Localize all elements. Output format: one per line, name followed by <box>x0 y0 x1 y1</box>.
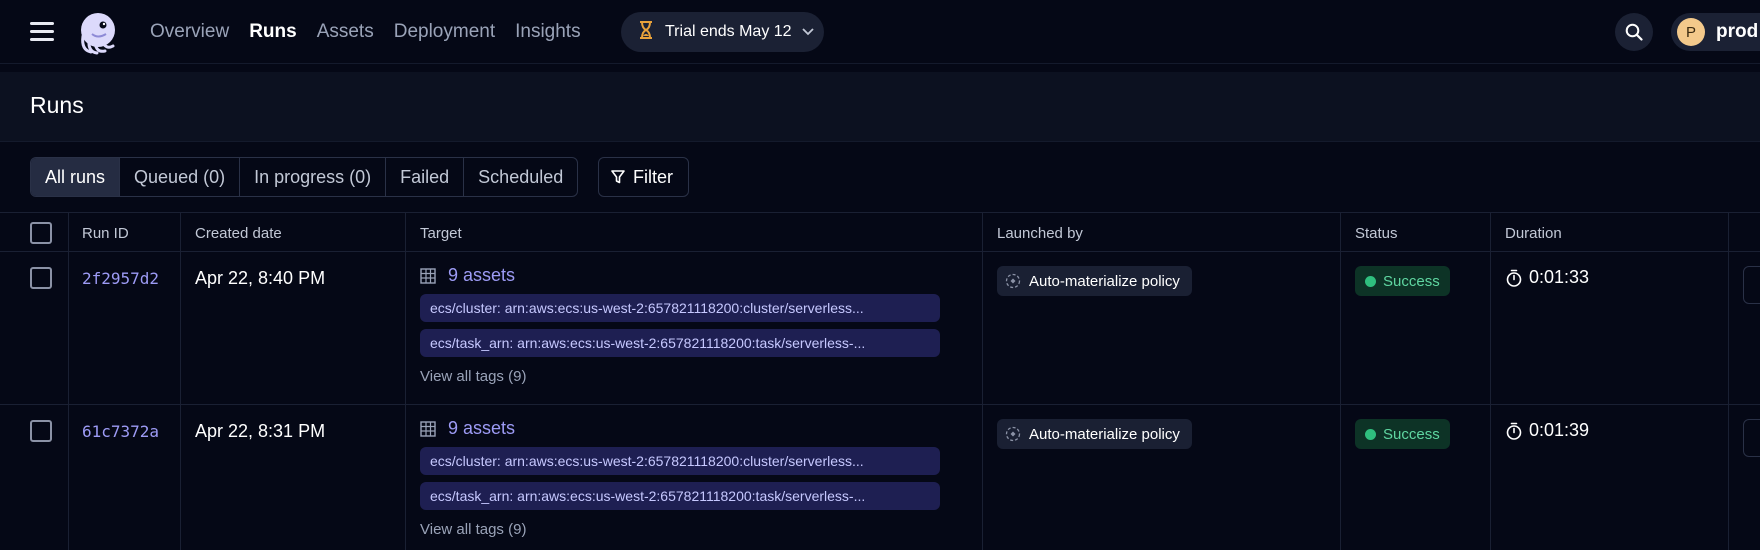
header-status: Status <box>1355 224 1398 242</box>
search-button[interactable] <box>1615 13 1653 51</box>
trial-label: Trial ends May 12 <box>665 23 792 40</box>
avatar: P <box>1677 18 1705 46</box>
tab-failed[interactable]: Failed <box>386 158 465 196</box>
view-all-tags-link[interactable]: View all tags (9) <box>420 368 526 385</box>
run-id-link[interactable]: 61c7372a <box>82 422 159 441</box>
select-all-checkbox[interactable] <box>30 222 52 244</box>
status-badge: Success <box>1355 266 1450 296</box>
header-run-id: Run ID <box>82 224 129 242</box>
trial-badge-button[interactable]: Trial ends May 12 <box>621 12 824 52</box>
view-all-tags-link[interactable]: View all tags (9) <box>420 521 526 538</box>
run-tag[interactable]: ecs/task_arn: arn:aws:ecs:us-west-2:6578… <box>420 482 940 510</box>
stopwatch-icon <box>1505 269 1523 287</box>
tab-queued[interactable]: Queued (0) <box>120 158 241 196</box>
header-duration: Duration <box>1505 224 1562 242</box>
stopwatch-icon <box>1505 422 1523 440</box>
created-date: Apr 22, 8:31 PM <box>195 421 326 441</box>
deployment-name: prod <box>1716 21 1759 42</box>
launched-by-tag[interactable]: Auto-materialize policy <box>997 266 1192 296</box>
row-checkbox[interactable] <box>30 267 52 289</box>
tab-scheduled[interactable]: Scheduled <box>464 158 577 196</box>
header-target: Target <box>420 224 462 242</box>
page-title: Runs <box>30 92 84 118</box>
tab-all-runs[interactable]: All runs <box>31 158 121 196</box>
page-header: Runs <box>0 72 1760 142</box>
nav-runs[interactable]: Runs <box>249 21 297 43</box>
nav-deployment[interactable]: Deployment <box>394 21 495 43</box>
filter-button[interactable]: Filter <box>598 157 689 197</box>
header-created-date: Created date <box>195 224 282 242</box>
created-date: Apr 22, 8:40 PM <box>195 268 326 288</box>
run-tag[interactable]: ecs/cluster: arn:aws:ecs:us-west-2:65782… <box>420 294 940 322</box>
table-icon <box>420 420 436 437</box>
run-tag[interactable]: ecs/task_arn: arn:aws:ecs:us-west-2:6578… <box>420 329 940 357</box>
duration-value: 0:01:33 <box>1529 267 1590 287</box>
profile-button[interactable]: P prod <box>1671 13 1760 51</box>
run-tag[interactable]: ecs/cluster: arn:aws:ecs:us-west-2:65782… <box>420 447 940 475</box>
chevron-down-icon <box>801 23 814 41</box>
auto-materialize-icon <box>1005 426 1021 442</box>
duration: 0:01:39 <box>1505 420 1589 441</box>
hourglass-icon <box>639 20 653 44</box>
assets-link[interactable]: 9 assets <box>420 265 515 286</box>
run-status-tabs: All runs Queued (0) In progress (0) Fail… <box>30 157 579 197</box>
main-nav: Overview Runs Assets Deployment Insights <box>150 0 581 64</box>
table-row: 61c7372a Apr 22, 8:31 PM 9 assets ecs/cl… <box>0 405 1760 550</box>
status-label: Success <box>1383 425 1440 443</box>
assets-count: 9 assets <box>448 265 516 285</box>
status-label: Success <box>1383 272 1440 290</box>
table-row: 2f2957d2 Apr 22, 8:40 PM 9 assets ecs/cl… <box>0 252 1760 405</box>
nav-overview[interactable]: Overview <box>150 21 229 43</box>
table-icon <box>420 267 436 284</box>
row-checkbox[interactable] <box>30 420 52 442</box>
launched-by-tag[interactable]: Auto-materialize policy <box>997 419 1192 449</box>
assets-link[interactable]: 9 assets <box>420 418 515 439</box>
row-actions-button[interactable] <box>1743 419 1760 457</box>
tab-in-progress[interactable]: In progress (0) <box>240 158 387 196</box>
launched-by-label: Auto-materialize policy <box>1029 425 1180 443</box>
nav-assets[interactable]: Assets <box>317 21 374 43</box>
duration-value: 0:01:39 <box>1529 420 1590 440</box>
dagster-logo[interactable] <box>75 10 121 56</box>
assets-count: 9 assets <box>448 418 516 438</box>
filter-icon <box>611 170 625 184</box>
menu-icon[interactable] <box>30 22 54 42</box>
run-id-link[interactable]: 2f2957d2 <box>82 269 159 288</box>
search-icon <box>1625 23 1643 46</box>
status-badge: Success <box>1355 419 1450 449</box>
status-dot <box>1365 275 1376 287</box>
top-nav: Overview Runs Assets Deployment Insights… <box>0 0 1760 64</box>
filter-label: Filter <box>633 166 673 187</box>
launched-by-label: Auto-materialize policy <box>1029 272 1180 290</box>
nav-insights[interactable]: Insights <box>515 21 580 43</box>
auto-materialize-icon <box>1005 273 1021 289</box>
status-dot <box>1365 428 1376 440</box>
row-actions-button[interactable] <box>1743 266 1760 304</box>
duration: 0:01:33 <box>1505 267 1589 288</box>
table-header: Run ID Created date Target Launched by S… <box>0 212 1760 252</box>
header-launched-by: Launched by <box>997 224 1083 242</box>
